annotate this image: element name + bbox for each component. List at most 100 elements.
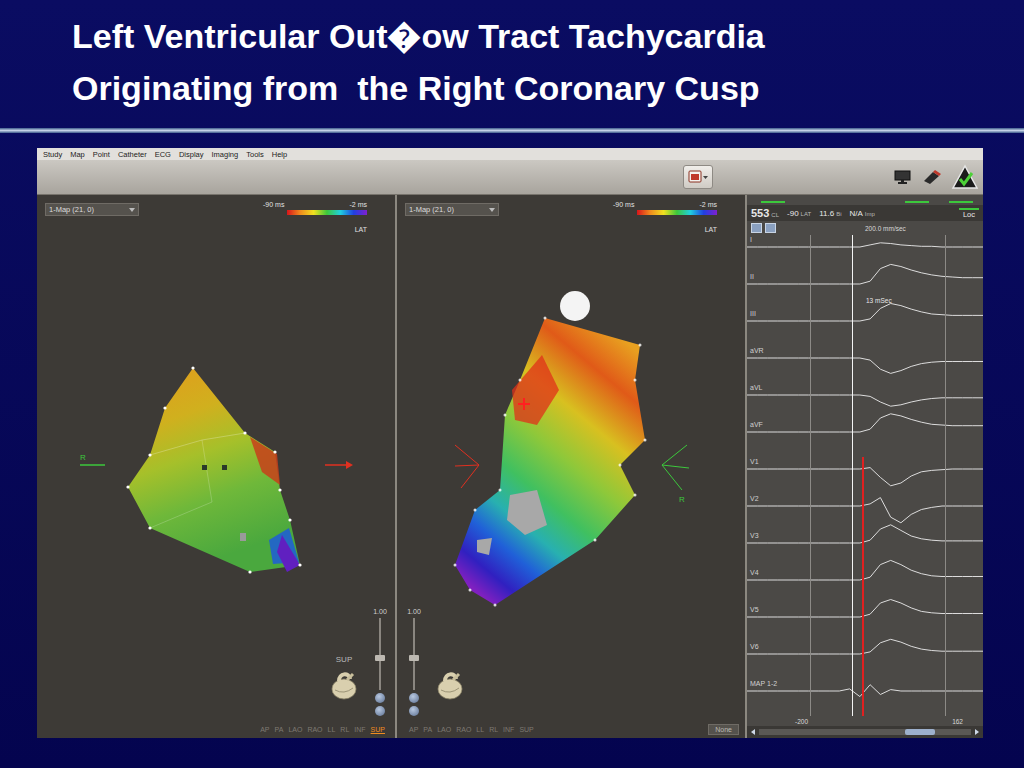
window-end-line[interactable]: [945, 235, 946, 716]
layer-select[interactable]: None: [708, 724, 739, 735]
view-button[interactable]: SUP: [371, 726, 385, 733]
readout-unit: Imp: [865, 211, 875, 217]
map-point[interactable]: [278, 488, 281, 491]
readout: -90LAT: [787, 209, 811, 218]
view-button[interactable]: AP: [409, 726, 418, 733]
map-canvas[interactable]: RSUP1.00: [37, 240, 395, 720]
lead-label: aVL: [747, 383, 983, 392]
map-point[interactable]: [504, 414, 507, 417]
map-select[interactable]: 1-Map (21, 0): [405, 203, 499, 216]
ecg-lead: aVF: [747, 420, 983, 457]
menu-item[interactable]: Imaging: [212, 150, 239, 159]
scale-min: -90 ms: [263, 201, 284, 208]
map-point[interactable]: [148, 453, 151, 456]
heart-orientation-icon[interactable]: [433, 668, 467, 702]
zoom-out-button[interactable]: [375, 706, 385, 716]
catheter-tip-icon: [560, 291, 590, 321]
scale-max: -2 ms: [700, 201, 718, 208]
view-button[interactable]: PA: [275, 726, 284, 733]
activation-surface[interactable]: [455, 318, 645, 605]
scroll-track[interactable]: [759, 729, 971, 735]
view-button[interactable]: SUP: [519, 726, 533, 733]
map-point[interactable]: [594, 539, 597, 542]
zoom-in-wave-icon[interactable]: [751, 223, 762, 233]
map-point[interactable]: [288, 518, 291, 521]
menu-item[interactable]: Display: [179, 150, 204, 159]
view-button[interactable]: INF: [503, 726, 514, 733]
loc-button[interactable]: Loc: [959, 208, 979, 219]
map-point[interactable]: [634, 494, 637, 497]
activation-surface[interactable]: [128, 368, 300, 572]
scroll-right-icon[interactable]: [973, 728, 981, 736]
view-button[interactable]: RAO: [456, 726, 471, 733]
menu-item[interactable]: ECG: [155, 150, 171, 159]
view-button[interactable]: RL: [340, 726, 349, 733]
map-point[interactable]: [454, 564, 457, 567]
early-activation-area: [512, 355, 559, 425]
zoom-in-button[interactable]: [409, 693, 419, 703]
anatomy-map[interactable]: R: [37, 240, 395, 720]
snapshot-button[interactable]: [683, 165, 713, 189]
lead-trace: [747, 494, 983, 531]
panels: 1-Map (21, 0)-90 ms-2 msLATRSUP1.00APPAL…: [37, 195, 983, 738]
map-point[interactable]: [163, 406, 166, 409]
map-point[interactable]: [634, 379, 637, 382]
map-point[interactable]: [619, 464, 622, 467]
map-point[interactable]: [639, 344, 642, 347]
map-point[interactable]: [494, 604, 497, 607]
map-point[interactable]: [148, 526, 151, 529]
map-canvas[interactable]: R1.00: [397, 240, 745, 720]
heart-orientation-icon[interactable]: [327, 668, 361, 702]
map-point[interactable]: [519, 379, 522, 382]
annotation-line[interactable]: [862, 457, 864, 716]
scroll-left-icon[interactable]: [749, 728, 757, 736]
map-point[interactable]: [126, 485, 129, 488]
anatomy-map[interactable]: R: [397, 240, 745, 720]
map-point[interactable]: [474, 509, 477, 512]
window-start-line[interactable]: [810, 235, 811, 716]
ecg-controls: 200.0 mm/sec: [747, 221, 983, 235]
readout-unit: LAT: [801, 211, 812, 217]
ecg-lead: V5: [747, 605, 983, 642]
zoom-slider[interactable]: [413, 618, 415, 690]
zoom-thumb[interactable]: [375, 655, 385, 661]
view-button[interactable]: RL: [489, 726, 498, 733]
zoom-out-button[interactable]: [409, 706, 419, 716]
zoom-thumb[interactable]: [409, 655, 419, 661]
view-button[interactable]: LL: [476, 726, 484, 733]
catheter-icon[interactable]: [921, 168, 943, 186]
menu-item[interactable]: Tools: [246, 150, 264, 159]
view-button[interactable]: RAO: [307, 726, 322, 733]
zoom-out-wave-icon[interactable]: [765, 223, 776, 233]
lead-trace: [747, 568, 983, 605]
map-point[interactable]: [499, 489, 502, 492]
map-select[interactable]: 1-Map (21, 0): [45, 203, 139, 216]
menu-item[interactable]: Map: [70, 150, 85, 159]
view-button[interactable]: LAO: [437, 726, 451, 733]
map-point[interactable]: [298, 563, 301, 566]
menu-item[interactable]: Point: [93, 150, 110, 159]
scale-labels: -90 ms-2 ms: [613, 201, 717, 208]
map-point[interactable]: [248, 570, 251, 573]
scroll-thumb[interactable]: [905, 729, 935, 735]
view-button[interactable]: LAO: [288, 726, 302, 733]
monitor-icon[interactable]: [893, 169, 913, 185]
map-point[interactable]: [469, 589, 472, 592]
map-point[interactable]: [243, 431, 246, 434]
view-button[interactable]: AP: [260, 726, 269, 733]
view-button[interactable]: LL: [328, 726, 336, 733]
window-start: -200: [795, 718, 808, 725]
zoom-in-button[interactable]: [375, 693, 385, 703]
zoom-slider[interactable]: [379, 618, 381, 690]
map-point[interactable]: [273, 450, 276, 453]
menu-item[interactable]: Catheter: [118, 150, 147, 159]
view-button[interactable]: INF: [354, 726, 365, 733]
map-point[interactable]: [544, 317, 547, 320]
window-labels: -200162: [747, 716, 983, 726]
view-button[interactable]: PA: [423, 726, 432, 733]
ecg-lead: III: [747, 309, 983, 346]
map-point[interactable]: [191, 366, 194, 369]
menu-item[interactable]: Help: [272, 150, 287, 159]
map-point[interactable]: [644, 439, 647, 442]
menu-item[interactable]: Study: [43, 150, 62, 159]
